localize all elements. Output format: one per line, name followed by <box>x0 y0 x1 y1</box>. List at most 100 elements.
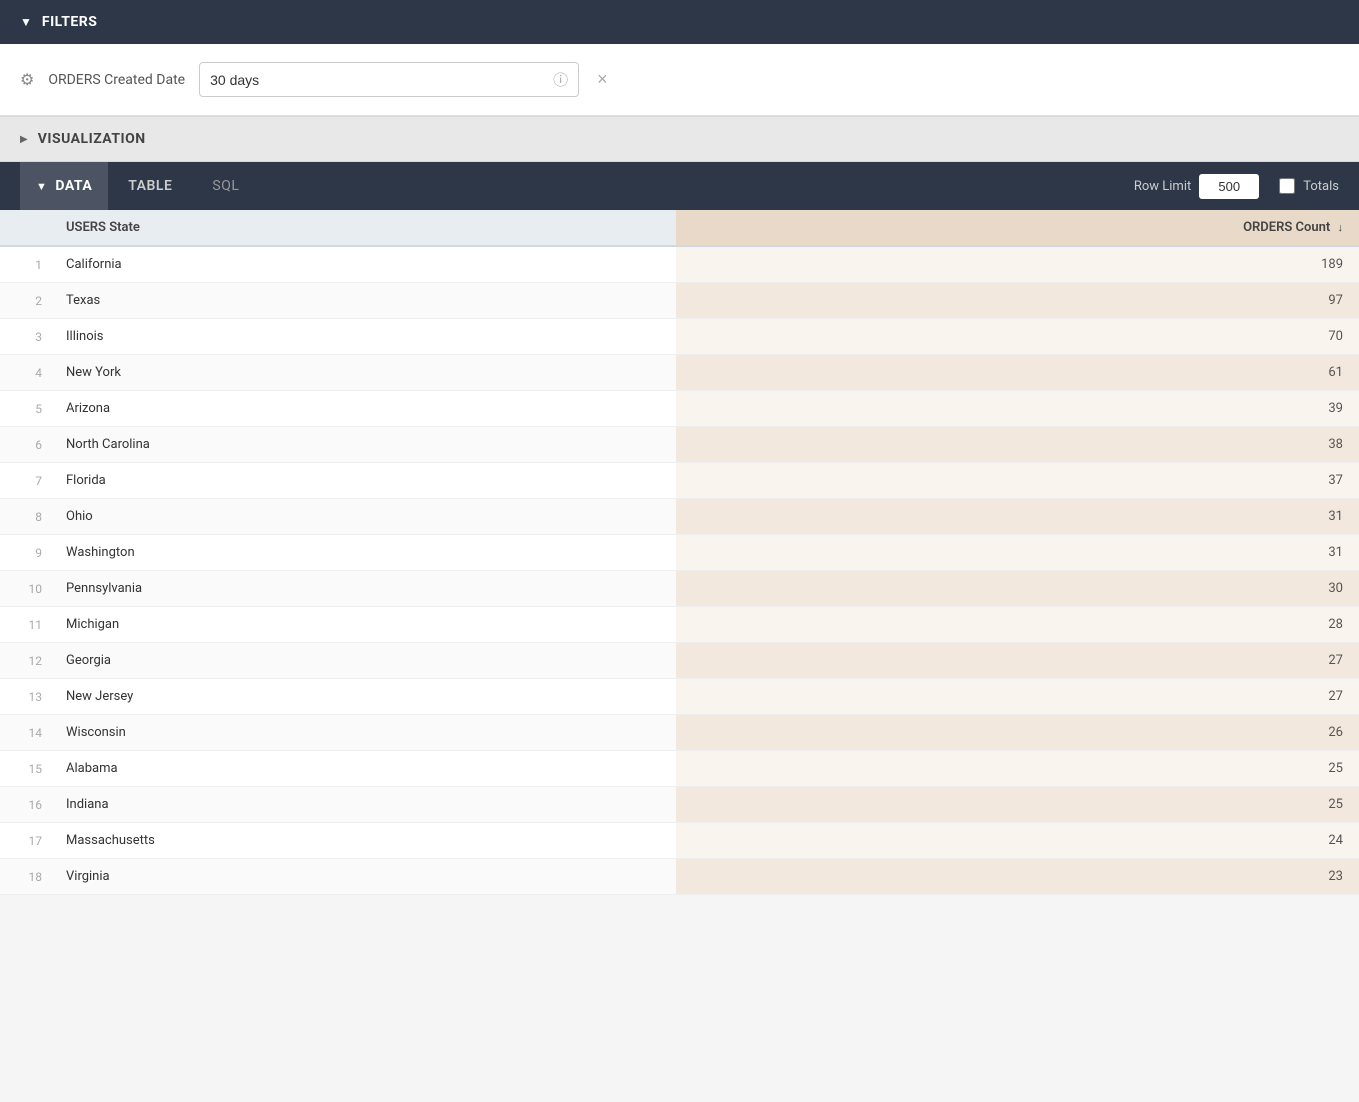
row-count: 23 <box>676 859 1359 895</box>
visualization-header[interactable]: ▶ VISUALIZATION <box>0 116 1359 162</box>
table-row: 7Florida37 <box>0 463 1359 499</box>
tab-data-label: DATA <box>55 178 92 194</box>
table-row: 12Georgia27 <box>0 643 1359 679</box>
visualization-title: VISUALIZATION <box>38 131 146 147</box>
tab-data[interactable]: ▼ DATA <box>20 162 108 210</box>
row-limit-wrap: Row Limit <box>1134 174 1259 199</box>
table-row: 9Washington31 <box>0 535 1359 571</box>
table-row: 3Illinois70 <box>0 319 1359 355</box>
filter-input-wrap: ⓘ <box>199 62 579 97</box>
data-collapse-arrow: ▼ <box>36 180 47 193</box>
table-row: 1California189 <box>0 246 1359 283</box>
table-row: 15Alabama25 <box>0 751 1359 787</box>
row-state: Virginia <box>50 859 676 895</box>
row-count: 97 <box>676 283 1359 319</box>
tab-sql[interactable]: SQL <box>192 162 259 210</box>
row-index: 5 <box>0 391 50 427</box>
totals-wrap: Totals <box>1279 178 1339 194</box>
table-row: 4New York61 <box>0 355 1359 391</box>
row-count: 70 <box>676 319 1359 355</box>
row-index: 6 <box>0 427 50 463</box>
totals-checkbox[interactable] <box>1279 178 1295 194</box>
row-state: Georgia <box>50 643 676 679</box>
row-count: 28 <box>676 607 1359 643</box>
col-header-state[interactable]: USERS State <box>50 210 676 246</box>
table-header-row: USERS State ORDERS Count ↓ <box>0 210 1359 246</box>
row-count: 25 <box>676 751 1359 787</box>
table-row: 18Virginia23 <box>0 859 1359 895</box>
row-index: 7 <box>0 463 50 499</box>
row-index: 2 <box>0 283 50 319</box>
row-state: New Jersey <box>50 679 676 715</box>
row-state: New York <box>50 355 676 391</box>
col-header-index <box>0 210 50 246</box>
row-count: 30 <box>676 571 1359 607</box>
filters-header[interactable]: ▼ FILTERS <box>0 0 1359 44</box>
row-state: California <box>50 246 676 283</box>
tab-table-label: TABLE <box>128 178 172 194</box>
table-row: 11Michigan28 <box>0 607 1359 643</box>
row-count: 31 <box>676 535 1359 571</box>
filters-body: ⚙ ORDERS Created Date ⓘ × <box>0 44 1359 116</box>
filter-clear-button[interactable]: × <box>597 69 608 90</box>
row-state: Pennsylvania <box>50 571 676 607</box>
row-limit-label: Row Limit <box>1134 179 1191 194</box>
row-index: 9 <box>0 535 50 571</box>
row-index: 3 <box>0 319 50 355</box>
row-index: 4 <box>0 355 50 391</box>
row-limit-input[interactable] <box>1199 174 1259 199</box>
row-state: Wisconsin <box>50 715 676 751</box>
data-table-wrap: USERS State ORDERS Count ↓ 1California18… <box>0 210 1359 895</box>
row-count: 25 <box>676 787 1359 823</box>
filter-gear-icon[interactable]: ⚙ <box>20 70 34 89</box>
row-state: Massachusetts <box>50 823 676 859</box>
table-body: 1California1892Texas973Illinois704New Yo… <box>0 246 1359 895</box>
table-row: 6North Carolina38 <box>0 427 1359 463</box>
totals-label: Totals <box>1303 179 1339 194</box>
row-index: 14 <box>0 715 50 751</box>
filter-label: ORDERS Created Date <box>48 72 185 88</box>
filters-title: FILTERS <box>42 14 97 30</box>
row-index: 12 <box>0 643 50 679</box>
row-index: 8 <box>0 499 50 535</box>
row-state: Indiana <box>50 787 676 823</box>
table-row: 5Arizona39 <box>0 391 1359 427</box>
row-state: Washington <box>50 535 676 571</box>
row-state: Arizona <box>50 391 676 427</box>
table-row: 8Ohio31 <box>0 499 1359 535</box>
row-state: Illinois <box>50 319 676 355</box>
data-table: USERS State ORDERS Count ↓ 1California18… <box>0 210 1359 895</box>
filter-date-input[interactable] <box>210 72 547 88</box>
table-row: 13New Jersey27 <box>0 679 1359 715</box>
row-count: 27 <box>676 679 1359 715</box>
table-row: 10Pennsylvania30 <box>0 571 1359 607</box>
table-row: 17Massachusetts24 <box>0 823 1359 859</box>
visualization-collapse-arrow: ▶ <box>20 134 28 145</box>
row-index: 18 <box>0 859 50 895</box>
tab-sql-label: SQL <box>212 178 239 194</box>
row-state: North Carolina <box>50 427 676 463</box>
row-index: 1 <box>0 246 50 283</box>
row-count: 37 <box>676 463 1359 499</box>
filter-help-icon[interactable]: ⓘ <box>553 69 568 90</box>
row-index: 16 <box>0 787 50 823</box>
row-state: Alabama <box>50 751 676 787</box>
row-count: 61 <box>676 355 1359 391</box>
row-index: 11 <box>0 607 50 643</box>
table-row: 16Indiana25 <box>0 787 1359 823</box>
table-row: 14Wisconsin26 <box>0 715 1359 751</box>
row-count: 31 <box>676 499 1359 535</box>
row-count: 24 <box>676 823 1359 859</box>
table-row: 2Texas97 <box>0 283 1359 319</box>
row-state: Ohio <box>50 499 676 535</box>
row-count: 26 <box>676 715 1359 751</box>
tab-table[interactable]: TABLE <box>108 162 192 210</box>
col-header-orders[interactable]: ORDERS Count ↓ <box>676 210 1359 246</box>
row-state: Michigan <box>50 607 676 643</box>
row-count: 38 <box>676 427 1359 463</box>
row-count: 189 <box>676 246 1359 283</box>
row-count: 39 <box>676 391 1359 427</box>
row-count: 27 <box>676 643 1359 679</box>
row-index: 17 <box>0 823 50 859</box>
row-index: 13 <box>0 679 50 715</box>
